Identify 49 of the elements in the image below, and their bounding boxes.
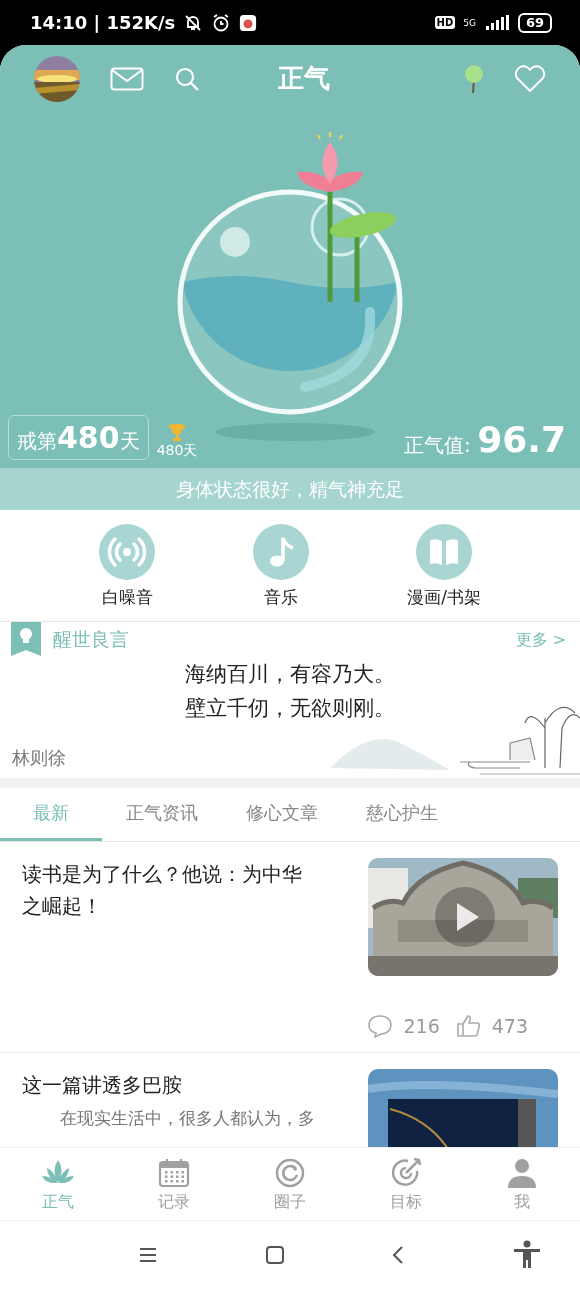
app-title: 正气 — [277, 62, 331, 95]
trophy-icon — [167, 422, 187, 442]
network-label: 5G — [463, 17, 476, 28]
nav-tab[interactable]: 我 — [482, 1148, 562, 1220]
battery-indicator: 69 — [517, 12, 552, 33]
trophy-days: 480天 — [156, 442, 198, 460]
shortcut-label[interactable]: 漫画/书架 — [407, 586, 481, 609]
category-tab[interactable]: 最新 — [0, 788, 102, 841]
comment-count: 216 — [403, 1015, 440, 1037]
app-notification-icon — [239, 13, 258, 32]
search-icon[interactable] — [174, 65, 200, 92]
accessibility-icon[interactable] — [511, 1240, 542, 1270]
shortcut-label[interactable]: 白噪音 — [101, 586, 153, 609]
mail-icon[interactable] — [110, 66, 144, 91]
thumbs-up-icon[interactable] — [455, 1014, 482, 1038]
article-title[interactable]: 这一篇讲透多巴胺 — [22, 1069, 307, 1101]
quote-author: 林则徐 — [11, 746, 66, 770]
nav-tab[interactable]: 圈子 — [250, 1148, 330, 1220]
music-note-icon[interactable] — [253, 524, 310, 580]
quote-line: 海纳百川，有容乃大。 — [185, 661, 395, 688]
category-tab[interactable]: 修心文章 — [222, 788, 342, 841]
nav-tab[interactable]: 目标 — [366, 1148, 446, 1220]
quote-line: 壁立千仞，无欲则刚。 — [185, 695, 395, 722]
home-icon[interactable] — [264, 1245, 285, 1265]
more-link[interactable]: 更多 > — [515, 629, 566, 651]
category-tab[interactable]: 慈心护生 — [342, 788, 462, 841]
menu-icon[interactable] — [138, 1247, 159, 1263]
nav-tab[interactable]: 记录 — [134, 1148, 214, 1220]
category-tab[interactable]: 正气资讯 — [102, 788, 222, 841]
book-icon[interactable] — [416, 524, 473, 580]
score-value: 正气值: 96.7 — [404, 419, 566, 460]
broadcast-icon[interactable] — [99, 524, 156, 580]
streak-counter: 戒第480天 — [8, 415, 149, 460]
article-summary: 在现实生活中，很多人都认为，多 — [59, 1107, 316, 1130]
lightbulb-bookmark-icon — [11, 622, 41, 656]
shortcut-label[interactable]: 音乐 — [264, 586, 299, 609]
hd-badge: HD — [434, 16, 456, 29]
like-count: 473 — [491, 1015, 528, 1037]
play-icon[interactable] — [435, 887, 495, 947]
heart-icon[interactable] — [514, 64, 546, 93]
status-banner: 身体状态很好，精气神充足 — [0, 468, 580, 510]
nav-tab[interactable]: 正气 — [18, 1148, 98, 1220]
tree-icon[interactable] — [464, 63, 484, 94]
signal-icon — [483, 14, 510, 31]
comment-icon[interactable] — [367, 1014, 394, 1038]
section-title: 醒世良言 — [53, 627, 129, 652]
back-icon[interactable] — [391, 1245, 406, 1265]
status-time: 14:10 | 152K/s — [30, 12, 176, 33]
article-title[interactable]: 读书是为了什么？他说：为中华之崛起！ — [22, 858, 307, 922]
